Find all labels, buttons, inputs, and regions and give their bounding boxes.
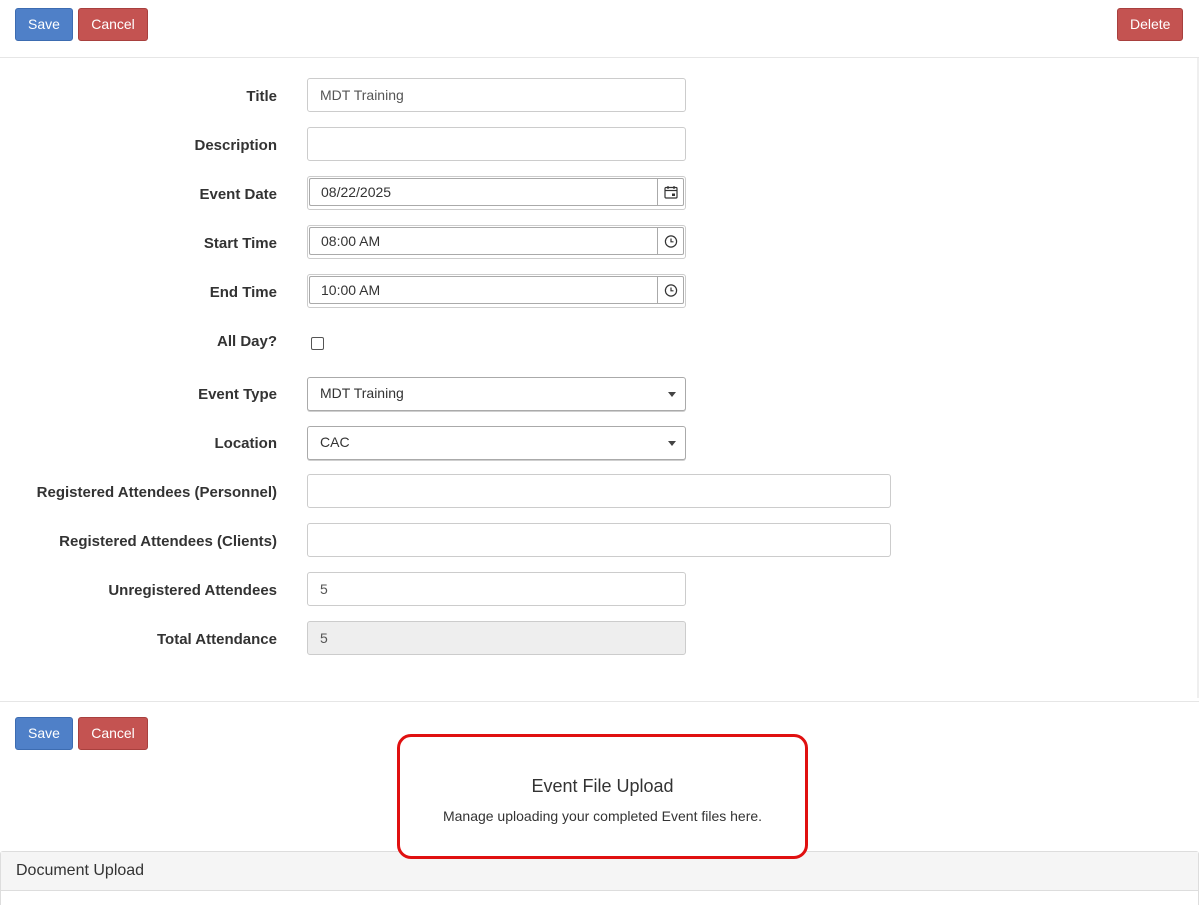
title-label: Title <box>246 88 277 105</box>
unregistered-attendees-label: Unregistered Attendees <box>108 582 277 599</box>
save-button-bottom[interactable]: Save <box>15 717 73 750</box>
end-time-clock-button[interactable] <box>657 276 684 304</box>
event-type-value: MDT Training <box>320 385 404 401</box>
all-day-checkbox[interactable] <box>311 337 324 350</box>
unregistered-attendees-input[interactable]: 5 <box>307 572 686 606</box>
save-button-top[interactable]: Save <box>15 8 73 41</box>
attendees-personnel-input[interactable] <box>307 474 891 508</box>
end-time-picker[interactable]: 10:00 AM <box>307 274 686 308</box>
location-label: Location <box>214 435 278 452</box>
total-attendance-label: Total Attendance <box>156 631 277 648</box>
description-input[interactable] <box>307 127 686 161</box>
start-time-picker[interactable]: 08:00 AM <box>307 225 686 259</box>
bottom-divider <box>0 701 1199 702</box>
calendar-icon <box>663 186 678 199</box>
upload-title: Event File Upload <box>531 776 674 796</box>
upload-subtitle: Manage uploading your completed Event fi… <box>442 808 763 824</box>
title-input[interactable]: MDT Training <box>307 78 686 112</box>
clock-icon <box>664 235 677 248</box>
location-value: CAC <box>320 434 350 450</box>
clock-icon <box>664 284 677 297</box>
event-date-input[interactable]: 08/22/2025 <box>309 178 657 206</box>
total-attendance-input: 5 <box>307 621 686 655</box>
chevron-down-icon <box>668 441 676 446</box>
start-time-clock-button[interactable] <box>657 227 684 255</box>
event-edit-page: Save Cancel Delete Title MDT Training De… <box>0 0 1199 905</box>
cancel-button-top[interactable]: Cancel <box>78 8 148 41</box>
event-type-select[interactable]: MDT Training <box>307 377 686 411</box>
cancel-button-bottom[interactable]: Cancel <box>78 717 148 750</box>
document-upload-panel: Document Upload <box>0 851 1199 905</box>
start-time-label: Start Time <box>203 235 277 252</box>
all-day-label: All Day? <box>216 333 277 350</box>
location-select[interactable]: CAC <box>307 426 686 460</box>
chevron-down-icon <box>668 392 676 397</box>
calendar-button[interactable] <box>657 178 684 206</box>
end-time-input[interactable]: 10:00 AM <box>309 276 657 304</box>
attendees-personnel-label: Registered Attendees (Personnel) <box>36 484 277 501</box>
end-time-label: End Time <box>209 284 277 301</box>
attendees-clients-label: Registered Attendees (Clients) <box>59 533 277 550</box>
attendees-clients-input[interactable] <box>307 523 891 557</box>
event-date-picker[interactable]: 08/22/2025 <box>307 176 686 210</box>
description-label: Description <box>194 137 277 154</box>
event-type-label: Event Type <box>198 386 277 403</box>
start-time-input[interactable]: 08:00 AM <box>309 227 657 255</box>
delete-button[interactable]: Delete <box>1117 8 1183 41</box>
event-file-upload-callout: Event File Upload Manage uploading your … <box>397 734 808 859</box>
top-divider <box>0 57 1199 58</box>
event-date-label: Event Date <box>199 186 277 203</box>
